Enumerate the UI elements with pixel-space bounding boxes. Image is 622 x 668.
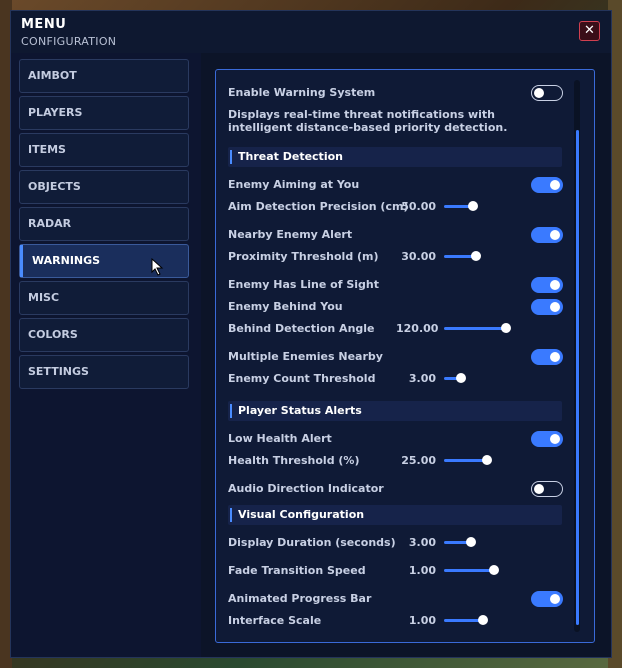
- scrollbar-thumb[interactable]: [576, 130, 579, 625]
- enemy-aiming-toggle[interactable]: [531, 177, 563, 193]
- warnings-panel: Enable Warning System Displays real-time…: [215, 69, 595, 643]
- sidebar-item-misc[interactable]: MISC: [19, 281, 189, 315]
- multiple-enemies-toggle[interactable]: [531, 349, 563, 365]
- health-threshold-value: 25.00: [401, 454, 436, 467]
- toggle-knob: [550, 180, 560, 190]
- enable-warning-label: Enable Warning System: [228, 86, 376, 99]
- progress-bar-toggle[interactable]: [531, 591, 563, 607]
- proximity-slider[interactable]: [444, 251, 516, 263]
- behind-angle-label: Behind Detection Angle: [228, 322, 375, 335]
- health-threshold-slider[interactable]: [444, 455, 516, 467]
- slider-thumb[interactable]: [471, 251, 482, 261]
- audio-direction-toggle[interactable]: [531, 481, 563, 497]
- aim-precision-value: 50.00: [401, 200, 436, 213]
- toggle-knob: [550, 230, 560, 240]
- sidebar-item-radar[interactable]: RADAR: [19, 207, 189, 241]
- section-threat-detection: Threat Detection: [228, 147, 562, 167]
- display-duration-slider[interactable]: [444, 537, 516, 549]
- display-duration-label: Display Duration (seconds): [228, 536, 396, 549]
- mouse-cursor-icon: [151, 258, 164, 276]
- enable-warning-toggle[interactable]: [531, 85, 563, 101]
- sidebar-item-colors[interactable]: COLORS: [19, 318, 189, 352]
- menu-title: MENU: [21, 17, 67, 32]
- menu-subtitle: CONFIGURATION: [21, 35, 117, 48]
- warning-description: Displays real-time threat notifications …: [228, 108, 508, 134]
- toggle-knob: [534, 484, 544, 494]
- slider-thumb[interactable]: [489, 565, 500, 575]
- window-header: MENU CONFIGURATION ✕: [11, 11, 611, 53]
- enemy-count-slider[interactable]: [444, 373, 516, 385]
- fade-speed-value: 1.00: [408, 564, 436, 577]
- behind-you-label: Enemy Behind You: [228, 300, 343, 313]
- display-duration-value: 3.00: [408, 536, 436, 549]
- slider-fill: [444, 327, 507, 330]
- proximity-label: Proximity Threshold (m): [228, 250, 379, 263]
- low-health-label: Low Health Alert: [228, 432, 332, 445]
- slider-thumb[interactable]: [465, 537, 476, 547]
- enemy-aiming-label: Enemy Aiming at You: [228, 178, 360, 191]
- toggle-knob: [550, 280, 560, 290]
- content-area: Enable Warning System Displays real-time…: [201, 53, 611, 657]
- close-button[interactable]: ✕: [579, 21, 600, 41]
- section-visual-configuration: Visual Configuration: [228, 505, 562, 525]
- toggle-knob: [550, 302, 560, 312]
- menu-window: MENU CONFIGURATION ✕ AIMBOT PLAYERS ITEM…: [10, 10, 612, 658]
- behind-angle-value: 120.00: [396, 322, 439, 335]
- nearby-alert-toggle[interactable]: [531, 227, 563, 243]
- enemy-count-value: 3.00: [408, 372, 436, 385]
- slider-fill: [444, 459, 488, 462]
- fade-speed-slider[interactable]: [444, 565, 516, 577]
- behind-angle-slider[interactable]: [444, 323, 516, 335]
- interface-scale-value: 1.00: [408, 614, 436, 627]
- sidebar-item-objects[interactable]: OBJECTS: [19, 170, 189, 204]
- low-health-toggle[interactable]: [531, 431, 563, 447]
- aim-precision-slider[interactable]: [444, 201, 516, 213]
- sidebar-item-items[interactable]: ITEMS: [19, 133, 189, 167]
- fade-speed-label: Fade Transition Speed: [228, 564, 366, 577]
- aim-precision-label: Aim Detection Precision (cm): [228, 200, 409, 213]
- slider-fill: [444, 569, 495, 572]
- sidebar-item-settings[interactable]: SETTINGS: [19, 355, 189, 389]
- slider-thumb[interactable]: [467, 201, 478, 211]
- audio-direction-label: Audio Direction Indicator: [228, 482, 384, 495]
- interface-scale-label: Interface Scale: [228, 614, 322, 627]
- enemy-count-label: Enemy Count Threshold: [228, 372, 376, 385]
- slider-thumb[interactable]: [478, 615, 489, 625]
- section-player-status: Player Status Alerts: [228, 401, 562, 421]
- health-threshold-label: Health Threshold (%): [228, 454, 360, 467]
- progress-bar-label: Animated Progress Bar: [228, 592, 372, 605]
- slider-thumb[interactable]: [482, 455, 493, 465]
- slider-thumb[interactable]: [456, 373, 467, 383]
- behind-you-toggle[interactable]: [531, 299, 563, 315]
- slider-thumb[interactable]: [501, 323, 512, 333]
- toggle-knob: [550, 434, 560, 444]
- toggle-knob: [550, 594, 560, 604]
- sidebar: AIMBOT PLAYERS ITEMS OBJECTS RADAR WARNI…: [11, 53, 201, 657]
- sidebar-item-aimbot[interactable]: AIMBOT: [19, 59, 189, 93]
- interface-scale-slider[interactable]: [444, 615, 516, 627]
- multiple-enemies-label: Multiple Enemies Nearby: [228, 350, 383, 363]
- nearby-alert-label: Nearby Enemy Alert: [228, 228, 353, 241]
- sidebar-item-players[interactable]: PLAYERS: [19, 96, 189, 130]
- toggle-knob: [534, 88, 544, 98]
- proximity-value: 30.00: [401, 250, 436, 263]
- line-of-sight-label: Enemy Has Line of Sight: [228, 278, 380, 291]
- toggle-knob: [550, 352, 560, 362]
- line-of-sight-toggle[interactable]: [531, 277, 563, 293]
- close-icon: ✕: [584, 23, 595, 38]
